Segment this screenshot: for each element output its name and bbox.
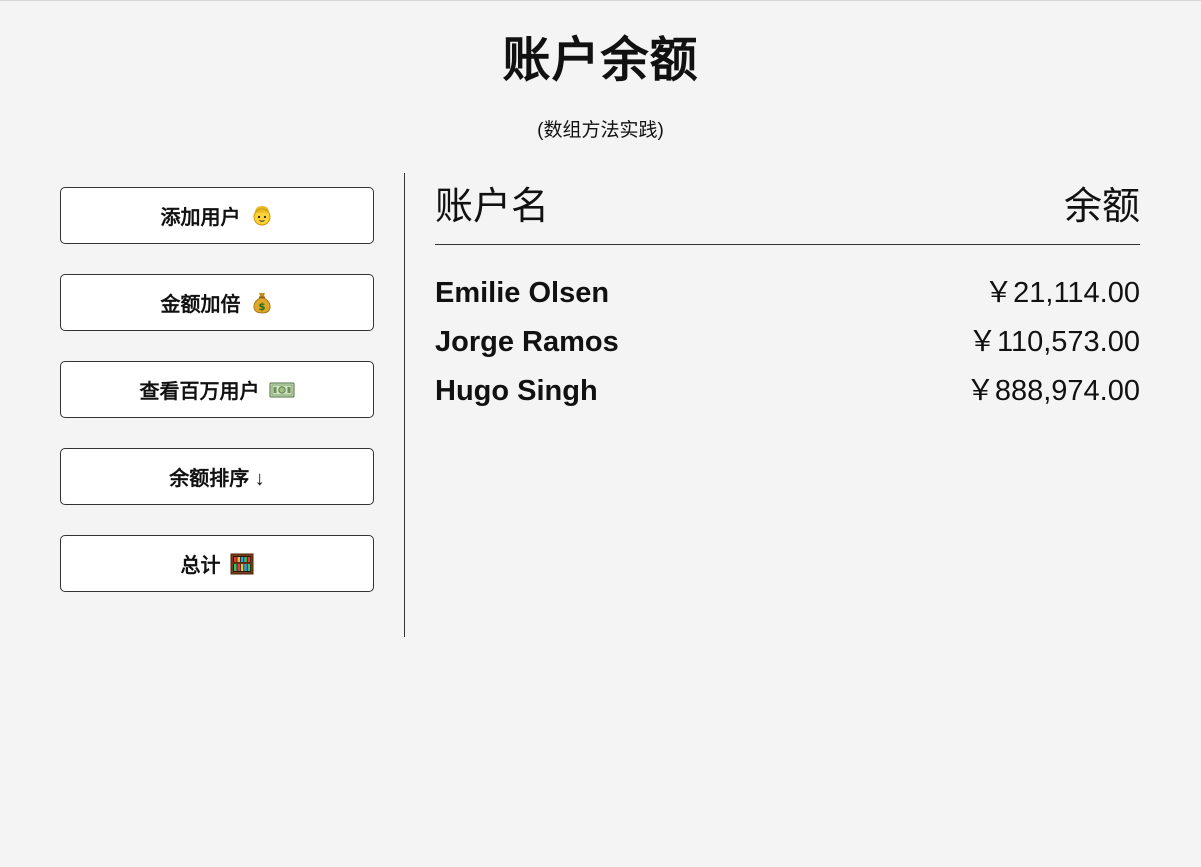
table-row: Hugo Singh ￥888,974.00 (435, 367, 1140, 416)
account-name: Jorge Ramos (435, 326, 619, 358)
show-millionaires-button[interactable]: 查看百万用户 (60, 361, 374, 418)
account-name: Hugo Singh (435, 375, 598, 407)
calculate-total-button[interactable]: 总计 (60, 535, 374, 592)
abacus-icon (230, 552, 254, 576)
vertical-divider (404, 173, 405, 637)
add-user-button[interactable]: 添加用户 (60, 187, 374, 244)
person-face-icon (250, 204, 274, 228)
dollar-banknote-icon (269, 378, 295, 402)
table-row: Jorge Ramos ￥110,573.00 (435, 318, 1140, 367)
sort-by-balance-button[interactable]: 余额排序 ↓ (60, 448, 374, 505)
money-bag-icon: $ (250, 291, 274, 315)
account-balance: ￥21,114.00 (984, 277, 1140, 309)
sort-by-balance-label: 余额排序 ↓ (169, 468, 265, 490)
accounts-table: 账户名 余额 Emilie Olsen ￥21,114.00 Jorge Ram… (435, 185, 1140, 416)
account-balance: ￥888,974.00 (965, 375, 1140, 407)
page-subtitle: (数组方法实践) (537, 120, 664, 141)
header-account-name: 账户名 (435, 186, 550, 228)
double-money-label: 金额加倍 (160, 294, 241, 316)
table-row: Emilie Olsen ￥21,114.00 (435, 269, 1140, 318)
add-user-label: 添加用户 (160, 207, 241, 229)
account-name: Emilie Olsen (435, 277, 610, 309)
header-balance: 余额 (1063, 186, 1140, 228)
show-millionaires-label: 查看百万用户 (139, 381, 260, 403)
double-money-button[interactable]: 金额加倍 $ (60, 274, 374, 331)
calculate-total-label: 总计 (180, 555, 221, 577)
table-header: 账户名 余额 (435, 185, 1140, 245)
account-balance: ￥110,573.00 (968, 326, 1140, 358)
action-sidebar: 添加用户 金额加倍 $ 查看百万用户 余额排序 ↓ 总计 (60, 187, 374, 622)
table-rows: Emilie Olsen ￥21,114.00 Jorge Ramos ￥110… (435, 245, 1140, 416)
page-title: 账户余额 (502, 34, 699, 87)
svg-text:$: $ (258, 302, 265, 313)
